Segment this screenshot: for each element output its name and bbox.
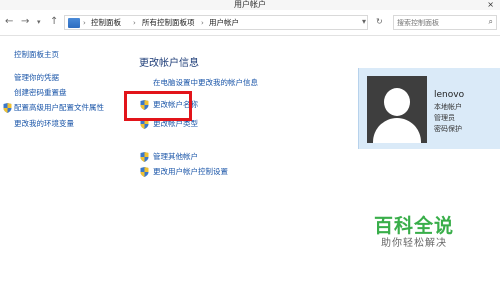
search-icon[interactable]: ⌕ <box>489 17 493 27</box>
page-title: 更改帐户信息 <box>139 58 199 69</box>
user-silhouette-icon <box>384 88 410 116</box>
search-box[interactable]: ⌕ <box>393 15 497 30</box>
history-chevron-icon[interactable]: ▾ <box>37 16 41 28</box>
back-arrow-icon[interactable]: ← <box>5 16 13 28</box>
search-input[interactable] <box>397 16 481 29</box>
account-role: 管理员 <box>434 114 455 122</box>
breadcrumb[interactable]: › 控制面板 › 所有控制面板项 › 用户帐户 <box>64 15 368 30</box>
address-dropdown-icon[interactable]: ▾ <box>362 17 366 26</box>
breadcrumb-separator-icon[interactable]: › <box>83 18 86 28</box>
watermark: 百科全说 助你轻松解决 <box>364 215 464 251</box>
sidebar-item-manage-credentials[interactable]: 管理你的凭据 <box>14 73 59 83</box>
forward-arrow-icon[interactable]: → <box>21 16 29 28</box>
account-password-status: 密码保护 <box>434 125 462 133</box>
address-bar: ← → ▾ ↑ › 控制面板 › 所有控制面板项 › 用户帐户 ▾ ↻ ⌕ <box>0 10 500 36</box>
breadcrumb-separator-icon[interactable]: › <box>133 18 136 28</box>
control-panel-icon <box>68 18 80 28</box>
breadcrumb-all-items[interactable]: 所有控制面板项 <box>142 18 195 28</box>
sidebar-item-advanced-profile[interactable]: 配置高级用户配置文件属性 <box>14 103 104 113</box>
sidebar-item-control-panel-home[interactable]: 控制面板主页 <box>14 50 59 60</box>
uac-shield-icon <box>140 167 149 177</box>
uac-shield-icon <box>3 103 12 113</box>
uac-settings-link[interactable]: 更改用户帐户控制设置 <box>153 167 228 177</box>
window-title: 用户帐户 <box>234 0 266 9</box>
account-card: lenovo 本地帐户 管理员 密码保护 <box>358 68 500 149</box>
account-name: lenovo <box>434 90 465 100</box>
watermark-title: 百科全说 <box>373 215 454 237</box>
refresh-icon[interactable]: ↻ <box>376 17 383 26</box>
breadcrumb-user-accounts[interactable]: 用户帐户 <box>209 18 239 28</box>
up-arrow-icon[interactable]: ↑ <box>50 16 58 28</box>
pc-settings-link[interactable]: 在电脑设置中更改我的帐户信息 <box>153 78 258 88</box>
sidebar-item-create-reset-disk[interactable]: 创建密码重置盘 <box>14 88 67 98</box>
uac-shield-icon <box>140 152 149 162</box>
avatar <box>367 76 427 143</box>
watermark-subtitle: 助你轻松解决 <box>381 238 447 249</box>
sidebar-item-environment-variables[interactable]: 更改我的环境变量 <box>14 119 74 129</box>
account-type-local: 本地帐户 <box>434 103 462 111</box>
breadcrumb-control-panel[interactable]: 控制面板 <box>91 18 121 28</box>
close-icon[interactable]: × <box>487 0 494 10</box>
breadcrumb-separator-icon[interactable]: › <box>201 18 204 28</box>
title-bar: 用户帐户 × <box>0 0 500 10</box>
manage-other-accounts-link[interactable]: 管理其他帐户 <box>153 152 198 162</box>
highlight-box <box>124 91 192 121</box>
